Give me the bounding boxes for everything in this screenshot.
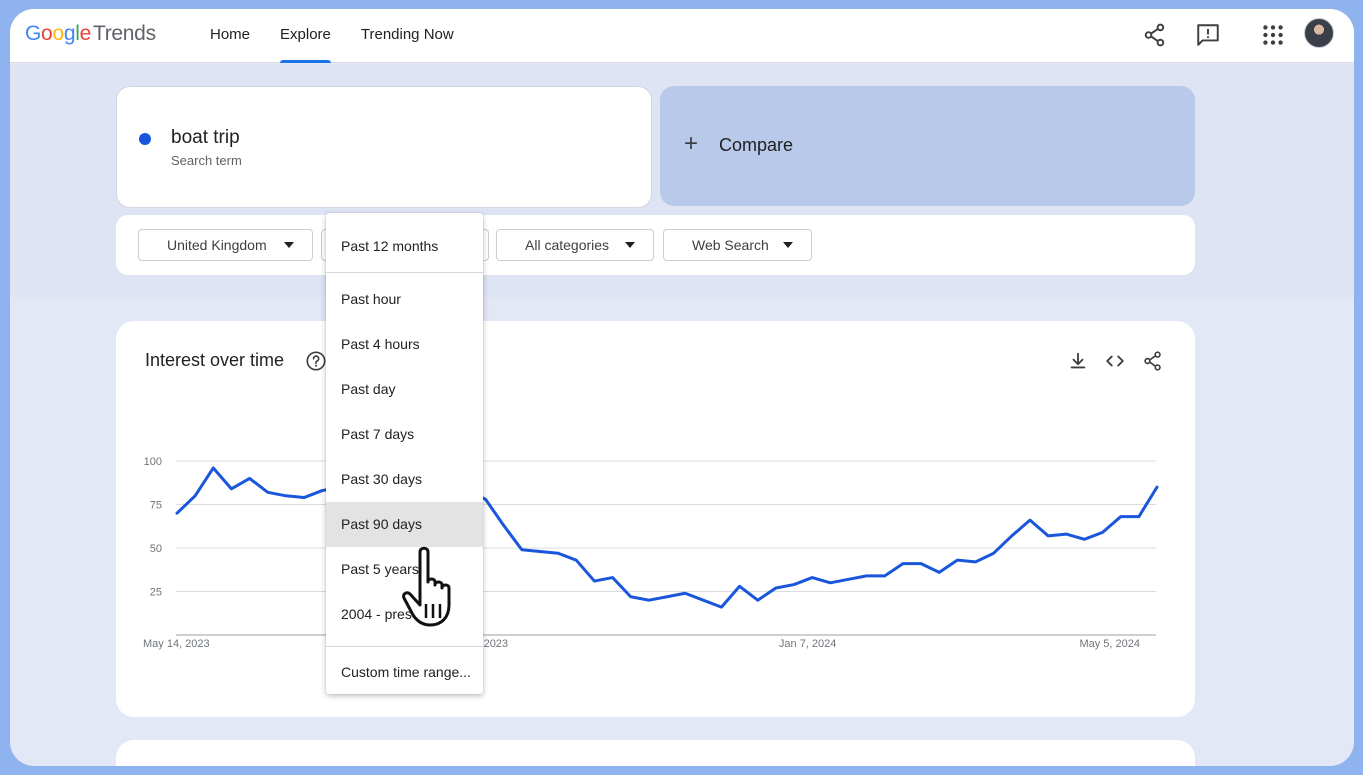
interest-over-time-card: Interest over time 25 50 75 100 May 14, 2023… — [116, 321, 1195, 717]
top-header: GoogleTrends Home Explore Trending Now — [10, 9, 1354, 63]
category-value: All categories — [525, 237, 610, 253]
x-tick-label: Jan 7, 2024 — [779, 638, 837, 650]
next-card — [116, 740, 1195, 766]
property-value: Web Search — [692, 237, 769, 253]
main-nav: Home Explore Trending Now — [200, 9, 474, 63]
dropdown-selected-option[interactable]: Past 12 months — [326, 213, 483, 273]
y-tick-label: 100 — [144, 456, 162, 468]
search-term-subtitle: Search term — [171, 153, 242, 168]
option-custom-time-range[interactable]: Custom time range... — [326, 647, 483, 697]
compare-button[interactable]: + Compare — [660, 86, 1195, 206]
logo-product: Trends — [92, 22, 156, 45]
caret-down-icon — [625, 242, 635, 248]
filter-bar: United Kingdom All categories Web Search — [116, 215, 1195, 275]
caret-down-icon — [284, 242, 294, 248]
search-term[interactable]: boat trip — [171, 127, 240, 149]
x-tick-label: May 14, 2023 — [143, 638, 210, 650]
region-select[interactable]: United Kingdom — [138, 229, 313, 261]
plus-icon: + — [684, 130, 699, 157]
y-tick-label: 75 — [150, 500, 162, 512]
nav-trending-now[interactable]: Trending Now — [351, 9, 464, 63]
option-past-7-days[interactable]: Past 7 days — [326, 412, 483, 457]
apps-icon[interactable] — [1260, 22, 1286, 48]
caret-down-icon — [783, 242, 793, 248]
option-past-hour[interactable]: Past hour — [326, 277, 483, 322]
y-tick-label: 25 — [150, 587, 162, 599]
interest-line-chart: 255075100May 14, 2023Sep 10, 2023Jan 7, … — [143, 456, 1159, 650]
nav-explore[interactable]: Explore — [270, 9, 341, 63]
share-icon[interactable] — [1142, 22, 1168, 48]
x-tick-label: May 5, 2024 — [1079, 638, 1140, 650]
compare-label: Compare — [719, 135, 794, 155]
series-line — [175, 466, 1159, 609]
option-past-4-hours[interactable]: Past 4 hours — [326, 322, 483, 367]
google-trends-logo[interactable]: GoogleTrends — [25, 22, 156, 46]
region-value: United Kingdom — [167, 237, 267, 253]
series-color-dot — [139, 133, 151, 145]
search-term-card[interactable]: boat trip Search term — [116, 86, 652, 208]
hand-pointer-icon — [402, 546, 451, 627]
search-property-select[interactable]: Web Search — [663, 229, 812, 261]
option-past-30-days[interactable]: Past 30 days — [326, 457, 483, 502]
y-tick-label: 50 — [150, 543, 162, 555]
nav-home[interactable]: Home — [200, 9, 260, 63]
category-select[interactable]: All categories — [496, 229, 654, 261]
option-past-day[interactable]: Past day — [326, 367, 483, 412]
feedback-icon[interactable] — [1195, 22, 1221, 48]
app-frame: GoogleTrends Home Explore Trending Now b… — [10, 9, 1354, 766]
option-past-90-days[interactable]: Past 90 days — [326, 502, 483, 547]
avatar[interactable] — [1304, 18, 1334, 48]
